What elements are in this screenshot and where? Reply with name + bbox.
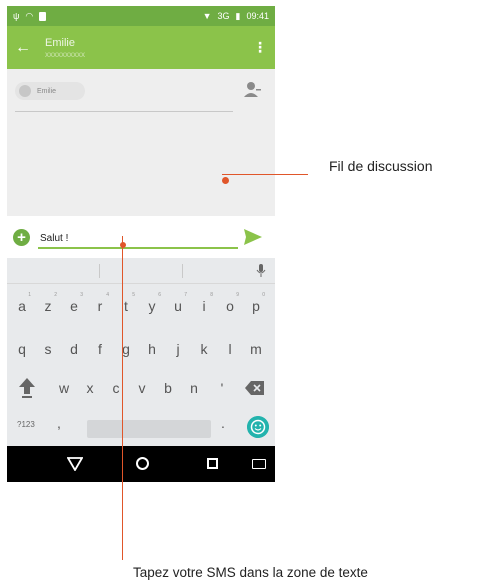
key[interactable]: j [167, 334, 189, 364]
key[interactable]: c [105, 373, 127, 403]
key[interactable]: y6 [141, 291, 163, 321]
key[interactable]: m [245, 334, 267, 364]
suggestion-divider [99, 264, 100, 278]
comma-key[interactable]: , [57, 415, 61, 431]
keyboard: a1 z2 e3 r4 t5 y6 u7 i8 o9 p0 q s d f g … [7, 258, 275, 446]
plus-icon[interactable]: + [13, 229, 30, 246]
key[interactable]: u7 [167, 291, 189, 321]
key[interactable]: e3 [63, 291, 85, 321]
navigation-bar [7, 446, 275, 482]
battery-icon: ▮ [235, 10, 241, 21]
status-bar: ψ ◠ ▼ 3G ▮ 09:41 [7, 6, 275, 26]
period-key[interactable]: . [221, 415, 225, 431]
key[interactable]: g [115, 334, 137, 364]
key[interactable]: t5 [115, 291, 137, 321]
key[interactable]: i8 [193, 291, 215, 321]
key[interactable]: k [193, 334, 215, 364]
key-row-3: w x c v b n ' [7, 373, 275, 403]
key[interactable]: a1 [11, 291, 33, 321]
key[interactable]: d [63, 334, 85, 364]
overflow-menu-icon[interactable]: ⋮ [253, 39, 267, 56]
phone-screen: ψ ◠ ▼ 3G ▮ 09:41 ← Emilie xxxxxxxxxx ⋮ E… [7, 6, 275, 482]
key[interactable]: z2 [37, 291, 59, 321]
key[interactable]: f [89, 334, 111, 364]
recipient-chip[interactable]: Emilie [15, 82, 85, 100]
suggestion-divider [182, 264, 183, 278]
compose-bar: + [7, 216, 275, 258]
key[interactable]: x [79, 373, 101, 403]
mic-icon[interactable] [256, 263, 266, 279]
key[interactable]: w [53, 373, 75, 403]
thread-leader-line [222, 174, 308, 175]
key[interactable]: h [141, 334, 163, 364]
avatar [19, 85, 31, 97]
network-type: 3G [217, 11, 230, 21]
input-annotation: Tapez votre SMS dans la zone de texte [133, 565, 368, 580]
contact-name: Emilie [45, 36, 75, 49]
contact-number: xxxxxxxxxx [45, 49, 85, 59]
nav-home-icon[interactable] [136, 457, 149, 470]
thread-annotation: Fil de discussion [329, 158, 433, 174]
wifi-icon: ◠ [25, 10, 34, 21]
clock: 09:41 [246, 11, 269, 21]
key[interactable]: ' [211, 373, 233, 403]
key[interactable]: l [219, 334, 241, 364]
app-bar: ← Emilie xxxxxxxxxx ⋮ [7, 26, 275, 69]
key[interactable]: q [11, 334, 33, 364]
thread-marker-dot [222, 177, 229, 184]
input-marker-dot [120, 242, 126, 248]
add-contact-icon[interactable] [242, 80, 262, 100]
send-icon[interactable] [243, 228, 263, 246]
delete-icon[interactable] [245, 380, 265, 396]
notification-icon [39, 11, 47, 21]
input-leader-line [122, 236, 123, 560]
nav-back-icon[interactable] [67, 457, 83, 471]
numbers-key[interactable]: ?123 [17, 420, 35, 429]
key[interactable]: v [131, 373, 153, 403]
key-row-1: a1 z2 e3 r4 t5 y6 u7 i8 o9 p0 [7, 291, 275, 321]
key[interactable]: o9 [219, 291, 241, 321]
usb-icon: ψ [13, 11, 20, 21]
signal-icon: ▼ [202, 11, 212, 21]
space-bar[interactable] [87, 420, 211, 438]
key[interactable]: p0 [245, 291, 267, 321]
nav-recents-icon[interactable] [207, 458, 218, 469]
key[interactable]: n [183, 373, 205, 403]
message-input[interactable] [38, 229, 238, 249]
key[interactable]: s [37, 334, 59, 364]
recipient-name: Emilie [37, 87, 57, 95]
key[interactable]: r4 [89, 291, 111, 321]
suggestion-strip [7, 258, 275, 284]
back-arrow-icon[interactable]: ← [15, 39, 37, 57]
key-row-2: q s d f g h j k l m [7, 334, 275, 364]
conversation-title: Emilie xxxxxxxxxx [45, 37, 85, 59]
recipient-divider [15, 111, 233, 112]
nav-keyboard-icon[interactable] [252, 459, 266, 469]
message-thread: Emilie [7, 69, 275, 216]
key[interactable]: b [157, 373, 179, 403]
emoji-icon[interactable] [247, 416, 269, 438]
